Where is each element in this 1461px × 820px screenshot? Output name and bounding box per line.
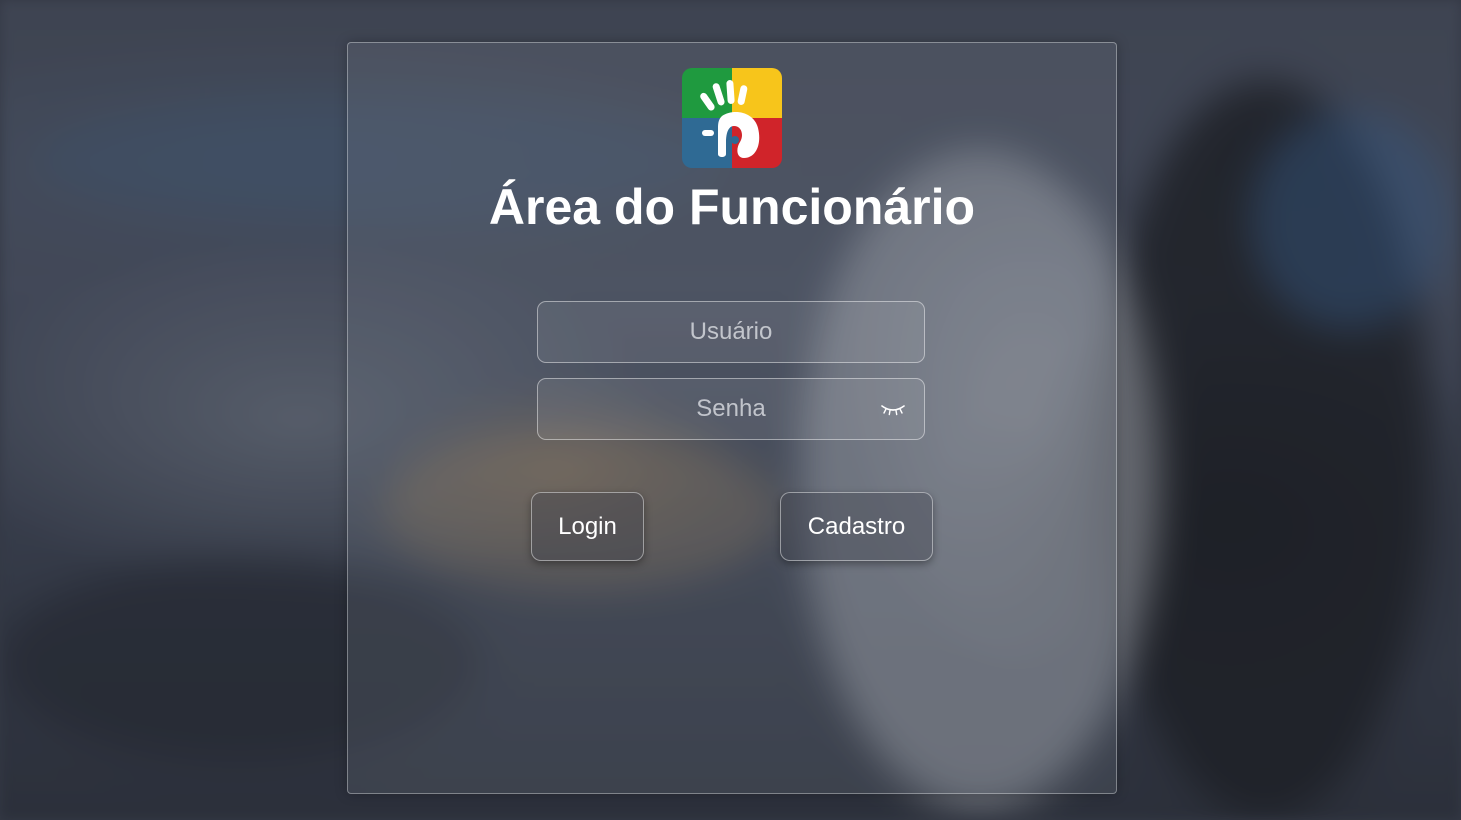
hand-logo-icon xyxy=(682,68,782,168)
page-title: Área do Funcionário xyxy=(488,179,976,235)
username-input[interactable] xyxy=(538,302,924,362)
password-input[interactable] xyxy=(538,379,924,439)
username-field[interactable] xyxy=(537,301,925,363)
login-button[interactable]: Login xyxy=(531,492,644,561)
register-button[interactable]: Cadastro xyxy=(780,492,933,561)
password-field[interactable] xyxy=(537,378,925,440)
login-panel: Área do Funcionário Login Cadastro xyxy=(347,42,1117,794)
eye-closed-icon[interactable] xyxy=(880,401,906,417)
company-logo xyxy=(682,68,782,168)
